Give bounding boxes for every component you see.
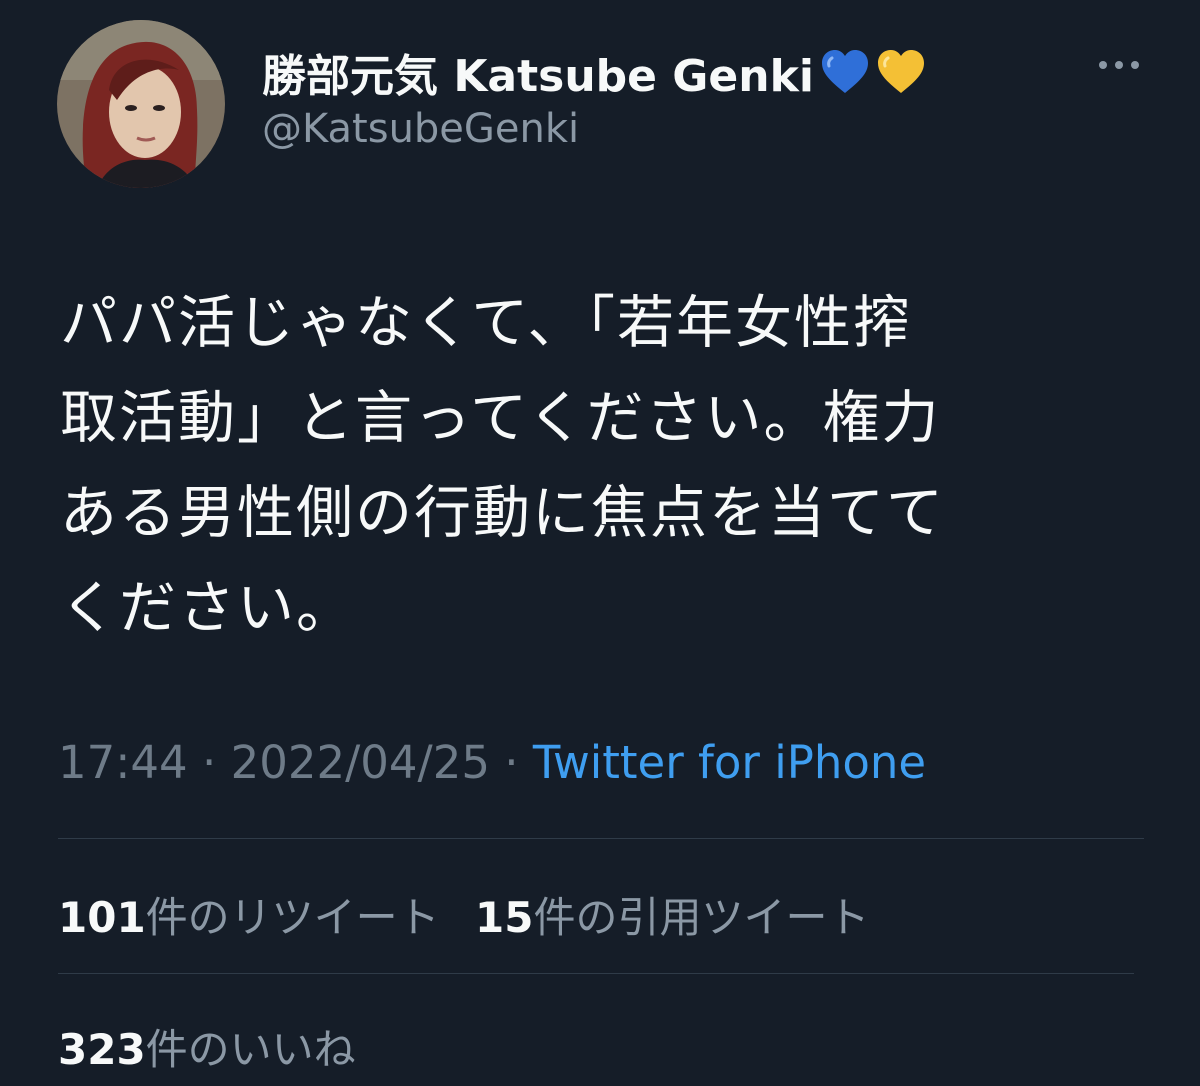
display-name[interactable]: 勝部元気 Katsube Genki — [262, 40, 926, 104]
retweets-stat[interactable]: 101件のリツイート — [58, 893, 440, 942]
tweet-text-line: ください。 — [60, 575, 355, 641]
more-options-icon[interactable] — [1096, 58, 1142, 72]
quotes-count: 15 — [475, 893, 534, 942]
avatar-image — [57, 20, 225, 188]
tweet-source-link[interactable]: Twitter for iPhone — [533, 736, 926, 789]
retweet-stats: 101件のリツイート 15件の引用ツイート — [58, 884, 870, 945]
tweet-text-line: 取活動」と言ってください。権力 — [60, 385, 941, 451]
retweets-count: 101 — [58, 893, 146, 942]
avatar[interactable] — [57, 20, 225, 188]
likes-stat[interactable]: 323件のいいね — [58, 1016, 356, 1077]
tweet-text-line: ある男性側の行動に焦点を当てて — [60, 480, 945, 546]
divider — [58, 973, 1134, 974]
separator: · — [489, 736, 533, 789]
likes-label: 件のいいね — [145, 1025, 356, 1074]
user-handle[interactable]: @KatsubeGenki — [262, 106, 579, 152]
tweet-date[interactable]: 2022/04/25 — [231, 736, 490, 789]
retweets-label: 件のリツイート — [145, 893, 440, 942]
divider — [58, 838, 1144, 839]
likes-count: 323 — [58, 1025, 146, 1074]
quotes-stat[interactable]: 15件の引用ツイート — [475, 893, 869, 942]
quotes-label: 件の引用ツイート — [533, 893, 870, 942]
tweet-text: パパ活じゃなくて、「若年女性搾 取活動」と言ってください。権力 ある男性側の行動… — [60, 276, 1150, 656]
yellow-heart-icon — [877, 50, 924, 93]
tweet-metadata: 17:44 · 2022/04/25 · Twitter for iPhone — [58, 736, 926, 789]
separator: · — [187, 736, 231, 789]
blue-heart-icon — [821, 50, 868, 93]
tweet-text-line: パパ活じゃなくて、「若年女性搾 — [60, 290, 912, 356]
tweet-time[interactable]: 17:44 — [58, 736, 188, 789]
display-name-text: 勝部元気 Katsube Genki — [262, 51, 814, 102]
